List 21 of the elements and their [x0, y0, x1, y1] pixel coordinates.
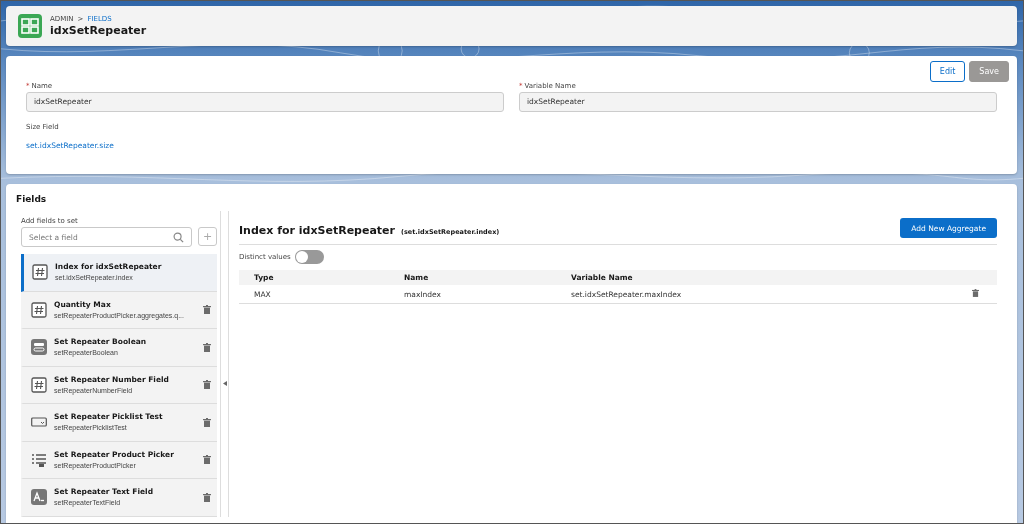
delete-icon[interactable]: [203, 342, 211, 352]
collapse-arrow-icon[interactable]: [222, 380, 227, 386]
delete-icon[interactable]: [203, 492, 211, 502]
page-title: idxSetRepeater: [50, 24, 147, 37]
detail-title: Index for idxSetRepeater: [239, 223, 395, 237]
hash-icon: [32, 264, 48, 281]
delete-icon[interactable]: [972, 289, 979, 297]
list-icon: [31, 451, 47, 468]
delete-icon[interactable]: [203, 455, 211, 465]
hash-icon: [31, 376, 47, 393]
hash-icon: [31, 301, 47, 318]
delete-icon[interactable]: [203, 417, 211, 427]
delete-icon[interactable]: [203, 305, 211, 315]
app-grid-icon: [18, 14, 42, 38]
search-icon: [173, 231, 184, 243]
toggle-switch[interactable]: [294, 250, 324, 264]
edit-button[interactable]: Edit: [929, 61, 966, 82]
toggle-card-icon: [31, 339, 47, 356]
text-format-icon: [31, 489, 47, 506]
delete-icon[interactable]: [203, 380, 211, 390]
section-title: Fields: [16, 194, 48, 204]
